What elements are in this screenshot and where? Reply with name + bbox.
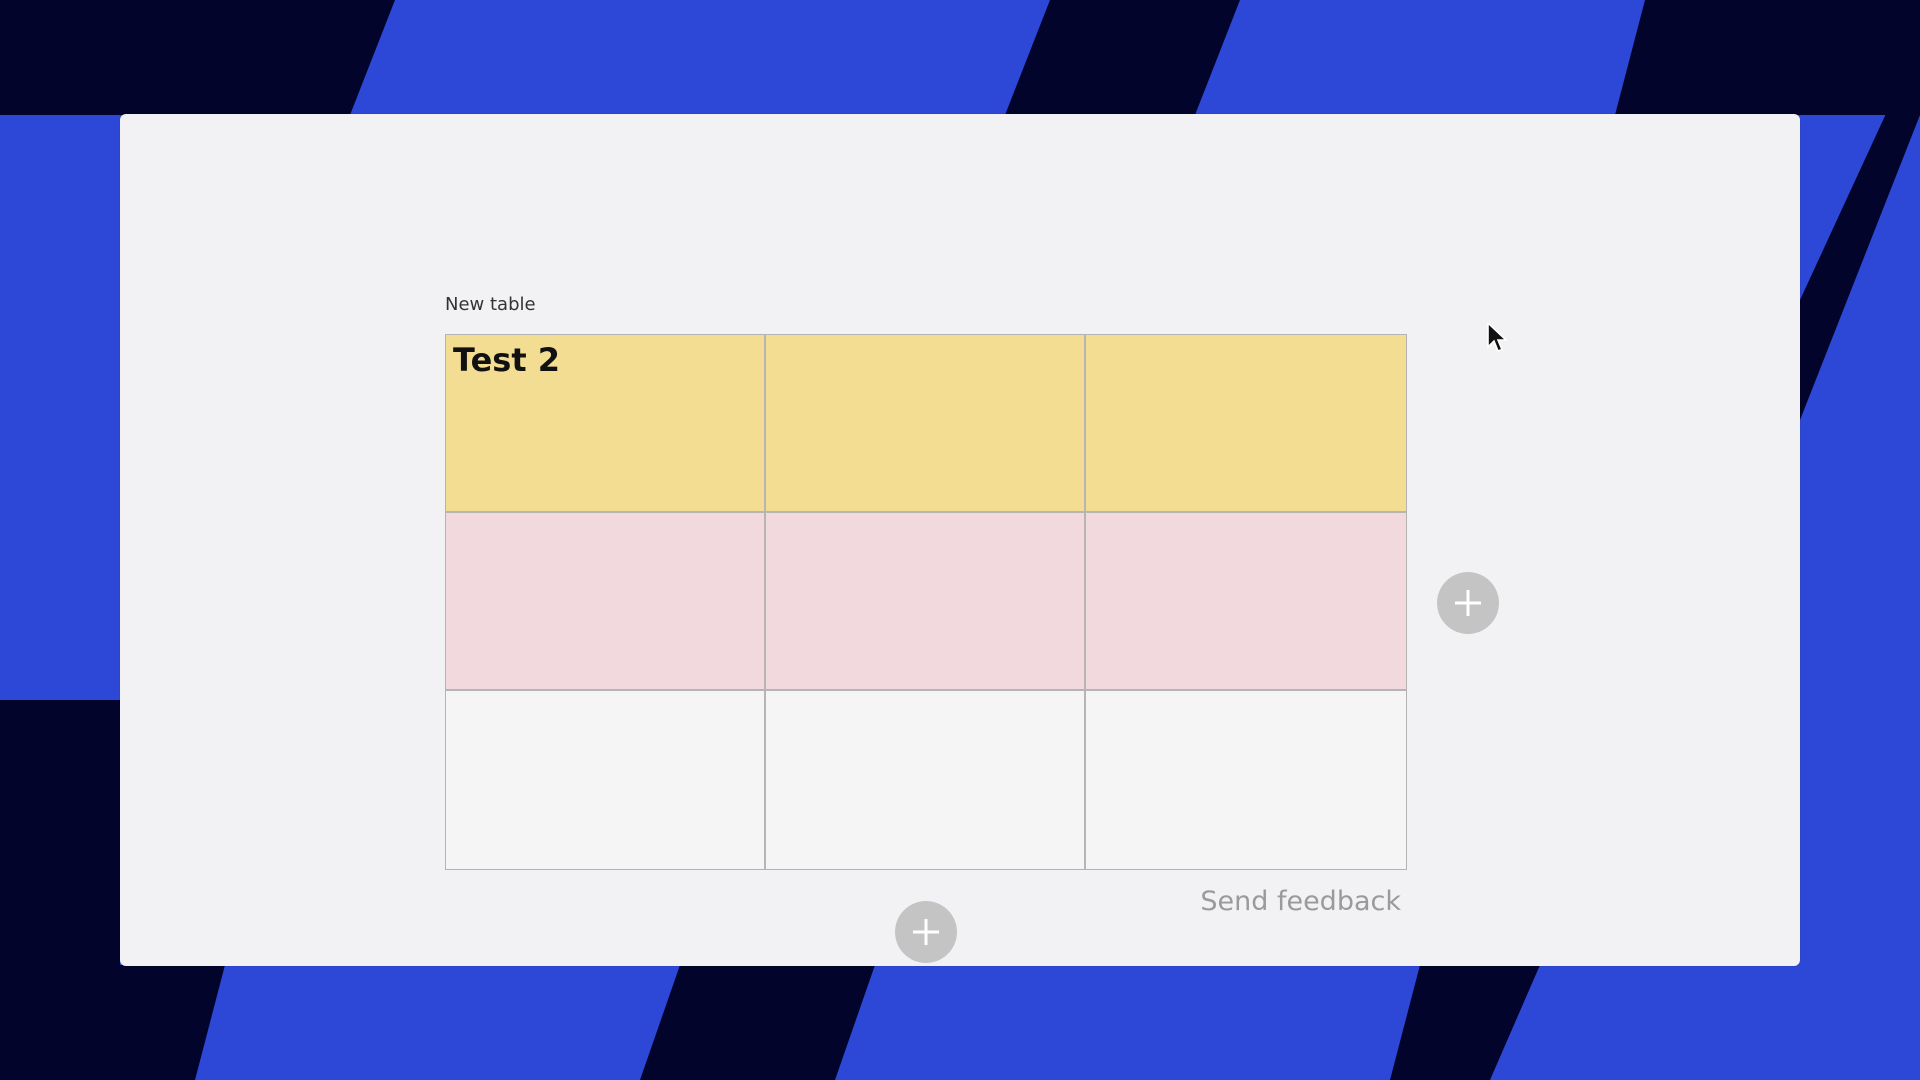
stripe-shape	[0, 965, 225, 1080]
table-cell-r3-c2[interactable]	[766, 691, 1086, 869]
mouse-pointer-icon	[1487, 321, 1509, 358]
table-cell-r1-c1[interactable]: Test 2	[446, 335, 766, 513]
stripe-shape	[1615, 0, 1920, 115]
stripe-shape	[640, 965, 875, 1080]
pointer-arrow	[1487, 321, 1509, 353]
table-cell-r3-c1[interactable]	[446, 691, 766, 869]
plus-icon	[913, 919, 939, 945]
stripe-shape	[0, 700, 120, 1000]
stripe-shape	[0, 0, 395, 115]
table-cell-r1-c2[interactable]	[766, 335, 1086, 513]
table-cell-r3-c3[interactable]	[1086, 691, 1406, 869]
send-feedback-link[interactable]: Send feedback	[1200, 886, 1401, 917]
pointer-arrow-shape	[1487, 321, 1509, 353]
stripe-shape	[420, 0, 1050, 115]
plus-icon	[1455, 590, 1481, 616]
table-cell-r1-c3[interactable]	[1086, 335, 1406, 513]
table-cell-r2-c2[interactable]	[766, 513, 1086, 691]
table-cell-r2-c1[interactable]	[446, 513, 766, 691]
plus-icon-horizontal	[1455, 601, 1481, 605]
add-column-button[interactable]	[1437, 572, 1499, 634]
plus-icon-horizontal	[913, 930, 939, 934]
stripe-shape	[1390, 965, 1540, 1080]
table-title: New table	[445, 294, 536, 315]
add-row-button[interactable]	[895, 901, 957, 963]
table-cell-r2-c3[interactable]	[1086, 513, 1406, 691]
table-grid: Test 2	[445, 334, 1407, 870]
